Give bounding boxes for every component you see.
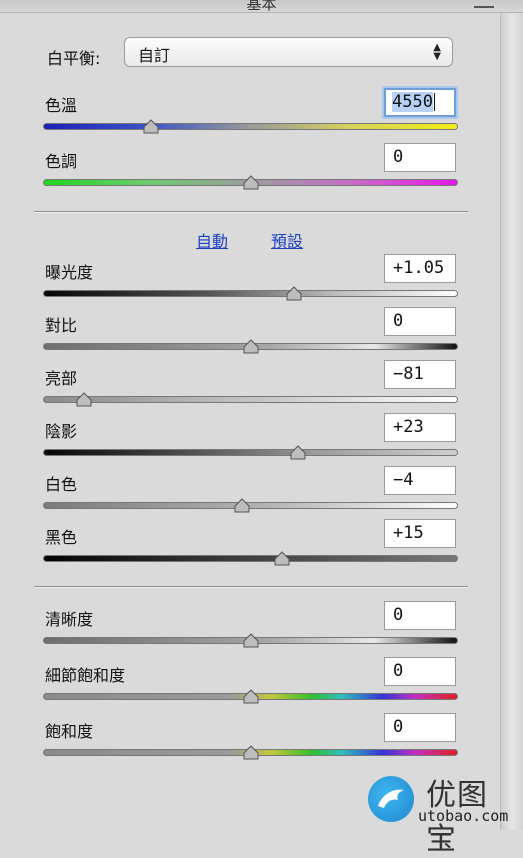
panel-title: 基本 xyxy=(246,0,277,13)
temperature-slider[interactable] xyxy=(43,123,458,130)
contrast-slider-thumb[interactable] xyxy=(242,339,260,355)
tint-label: 色調 xyxy=(45,152,78,171)
watermark: 优图宝 utobao.com xyxy=(368,770,518,857)
exposure-input[interactable]: +1.05 xyxy=(384,254,456,283)
clarity-input[interactable]: 0 xyxy=(384,601,456,630)
white-balance-select[interactable]: 自訂 ▲ ▼ xyxy=(124,37,453,67)
highlights-slider-thumb[interactable] xyxy=(75,392,93,408)
blacks-slider[interactable] xyxy=(43,555,458,562)
temperature-slider-thumb[interactable] xyxy=(142,119,160,135)
whites-slider-thumb[interactable] xyxy=(233,498,251,514)
section-divider xyxy=(34,586,468,588)
bird-logo-icon xyxy=(368,776,414,822)
exposure-label: 曝光度 xyxy=(45,263,94,282)
tint-slider-thumb[interactable] xyxy=(242,175,260,191)
contrast-input[interactable]: 0 xyxy=(384,307,456,336)
saturation-label: 飽和度 xyxy=(45,722,94,741)
highlights-input[interactable]: −81 xyxy=(384,360,456,389)
shadows-label: 陰影 xyxy=(45,422,78,441)
default-link[interactable]: 預設 xyxy=(271,228,303,252)
temperature-label: 色溫 xyxy=(45,96,78,115)
highlights-label: 亮部 xyxy=(45,369,78,388)
shadows-slider[interactable] xyxy=(43,449,458,456)
clarity-label: 清晰度 xyxy=(45,610,94,629)
tint-input[interactable]: 0 xyxy=(384,143,456,172)
saturation-slider-thumb[interactable] xyxy=(242,745,260,761)
clarity-slider-thumb[interactable] xyxy=(242,633,260,649)
temperature-input[interactable]: 4550 xyxy=(384,88,456,117)
contrast-label: 對比 xyxy=(45,316,78,335)
auto-link[interactable]: 自動 xyxy=(196,228,228,252)
whites-input[interactable]: −4 xyxy=(384,466,456,495)
shadows-input[interactable]: +23 xyxy=(384,413,456,442)
panel-header: 基本 xyxy=(0,0,523,13)
blacks-label: 黑色 xyxy=(45,528,78,547)
shadows-slider-thumb[interactable] xyxy=(289,445,307,461)
exposure-slider-thumb[interactable] xyxy=(285,286,303,302)
basic-panel: 白平衡: 自訂 ▲ ▼ 色溫 4550 色調 0 自動 預設 曝光度 +1.05 … xyxy=(0,13,500,830)
white-balance-value: 自訂 xyxy=(138,46,171,65)
highlights-slider[interactable] xyxy=(43,396,458,403)
exposure-slider[interactable] xyxy=(43,290,458,297)
panel-menu-icon[interactable] xyxy=(474,0,494,8)
white-balance-label: 白平衡: xyxy=(47,49,101,68)
section-divider xyxy=(34,211,468,213)
select-arrows-icon: ▲ ▼ xyxy=(433,42,441,62)
vibrance-input[interactable]: 0 xyxy=(384,657,456,686)
vibrance-label: 細節飽和度 xyxy=(45,666,126,685)
watermark-url: utobao.com xyxy=(418,807,509,825)
vertical-scrollbar[interactable] xyxy=(500,13,523,830)
blacks-slider-thumb[interactable] xyxy=(273,551,291,567)
saturation-input[interactable]: 0 xyxy=(384,713,456,742)
vibrance-slider-thumb[interactable] xyxy=(242,689,260,705)
blacks-input[interactable]: +15 xyxy=(384,519,456,548)
whites-label: 白色 xyxy=(45,475,78,494)
